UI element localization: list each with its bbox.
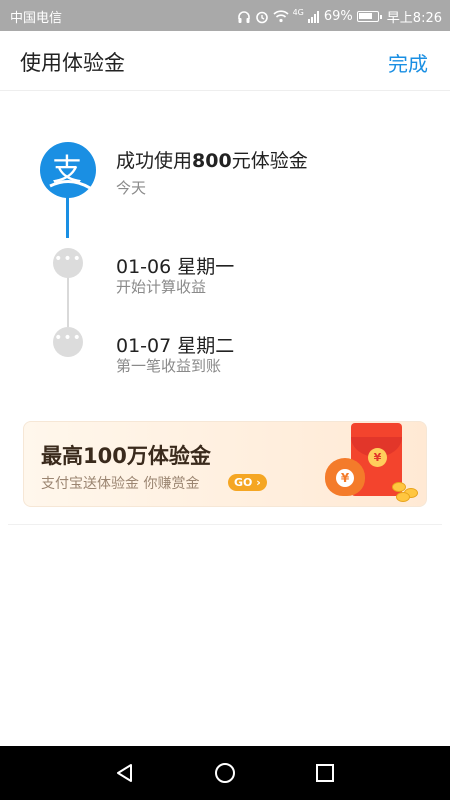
- timeline-connector: [67, 272, 69, 327]
- divider: [8, 524, 442, 525]
- step-2-title: 01-06 星期一: [116, 256, 235, 278]
- home-circle-icon[interactable]: [214, 762, 236, 784]
- banner-subtitle: 支付宝送体验金 你赚赏金: [41, 476, 200, 492]
- money-bag-yuan-icon: ¥: [336, 469, 354, 487]
- battery-percent: 69%: [323, 9, 353, 24]
- recent-square-icon[interactable]: [314, 762, 336, 784]
- status-icons: 4G 69% 早上8:26: [237, 7, 442, 26]
- page-header: 使用体验金 完成: [0, 31, 450, 91]
- screen: 中国电信 4G 69% 早上8:26 使用体验金 完成 支 成功使用800元体验…: [0, 0, 450, 800]
- step-3-title: 01-07 星期二: [116, 335, 235, 357]
- signal-bars-icon: [307, 10, 319, 23]
- alarm-icon: [255, 11, 268, 23]
- experience-amount: 800: [192, 150, 232, 172]
- wifi-icon: [273, 10, 289, 23]
- timeline: 支 成功使用800元体验金 今天 ••• 01-06 星期一 开始计算收益 ••…: [0, 92, 450, 402]
- step-2-subtitle: 开始计算收益: [116, 278, 207, 296]
- banner-title: 最高100万体验金: [41, 444, 211, 468]
- back-triangle-icon[interactable]: [114, 762, 136, 784]
- signal-icon: 4G: [292, 8, 304, 17]
- carrier-label: 中国电信: [10, 11, 63, 26]
- headphones-icon: [237, 10, 250, 23]
- system-nav-bar: [0, 746, 450, 800]
- go-button[interactable]: GO ›: [228, 474, 267, 491]
- step-1-title: 成功使用800元体验金: [116, 150, 308, 172]
- coin-icon: [396, 492, 410, 502]
- battery-icon: [356, 11, 382, 22]
- step-3-subtitle: 第一笔收益到账: [116, 357, 222, 375]
- status-bar: 中国电信 4G 69% 早上8:26: [0, 0, 450, 31]
- timeline-connector-active: [66, 195, 69, 238]
- clock: 早上8:26: [386, 11, 442, 26]
- timeline-dot-icon: •••: [53, 248, 83, 278]
- step-1-subtitle: 今天: [116, 179, 147, 197]
- envelope-coin-icon: ¥: [368, 448, 387, 467]
- promo-banner[interactable]: 最高100万体验金 支付宝送体验金 你赚赏金 GO › ¥ ¥: [23, 421, 427, 507]
- page-title: 使用体验金: [20, 51, 125, 75]
- alipay-logo-icon: 支: [40, 142, 96, 198]
- done-button[interactable]: 完成: [388, 48, 428, 77]
- timeline-dot-icon: •••: [53, 327, 83, 357]
